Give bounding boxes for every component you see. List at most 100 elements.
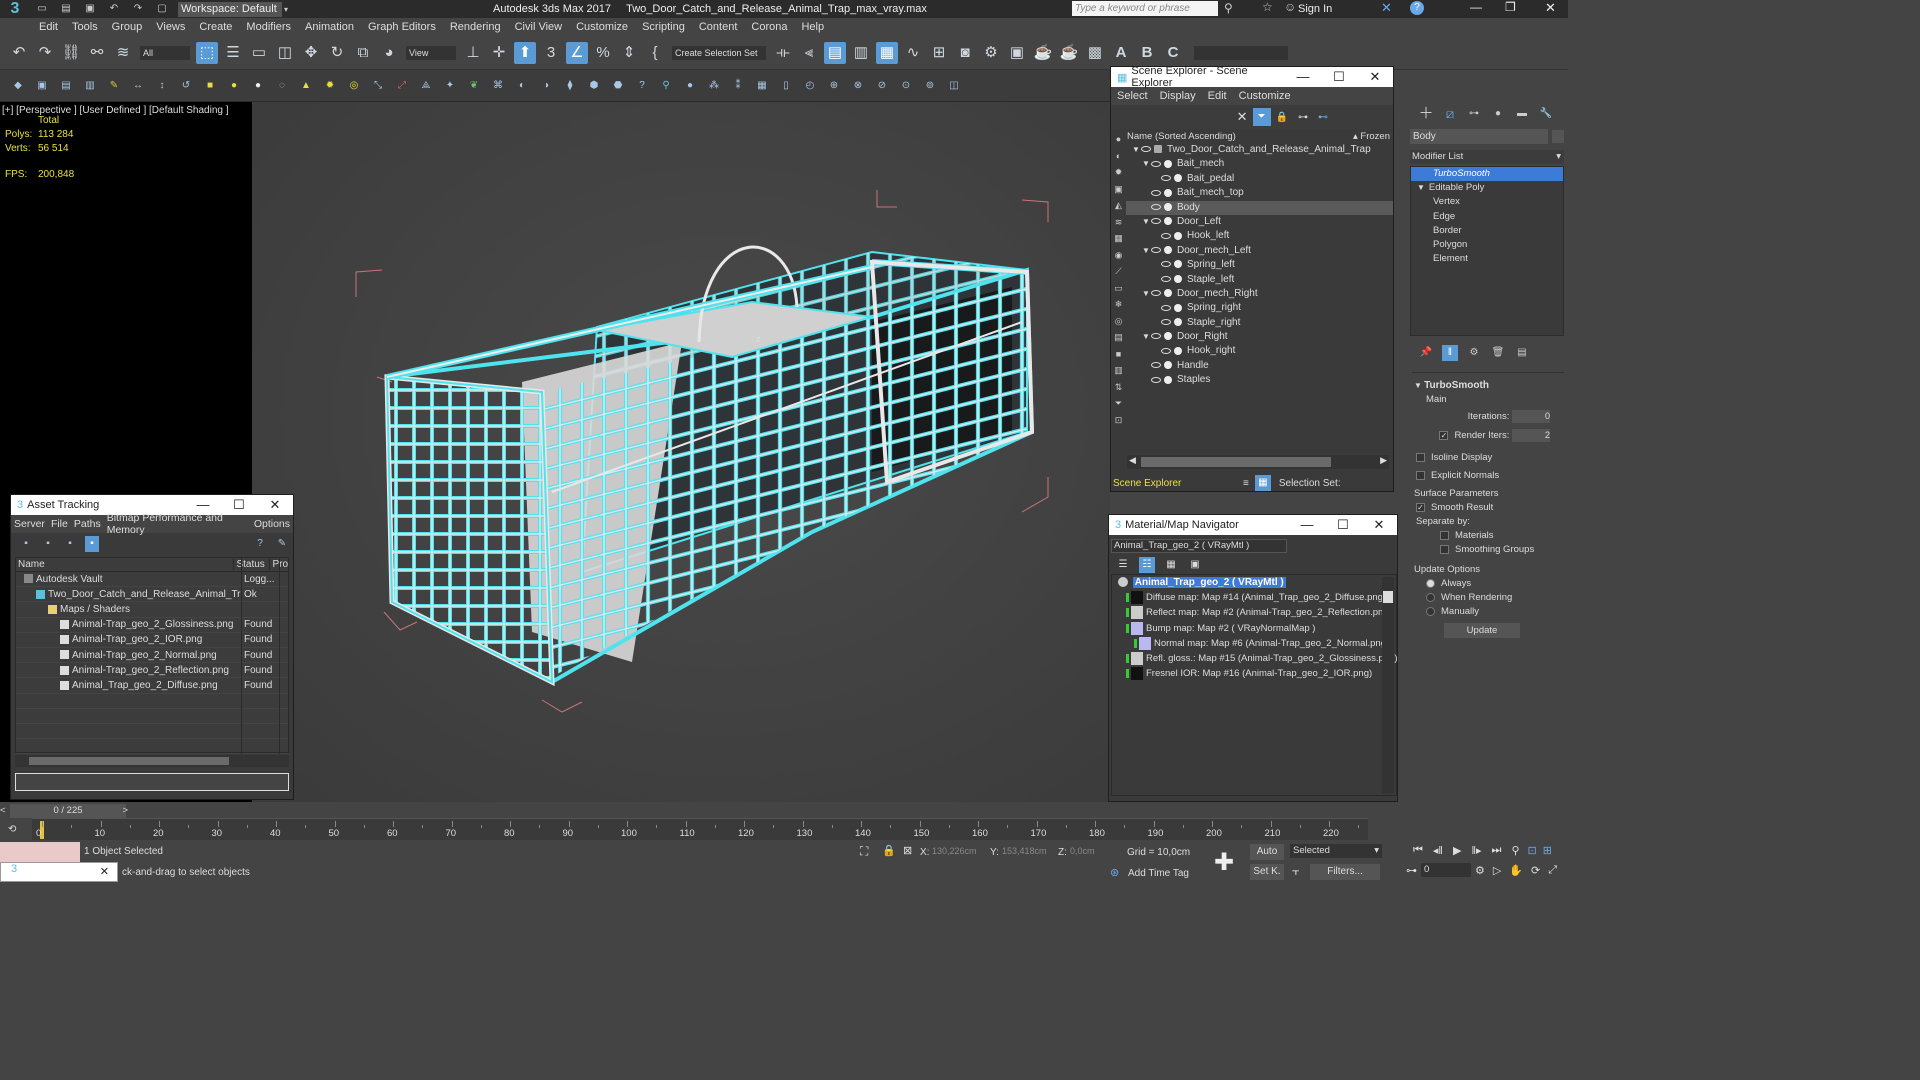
tool-icon[interactable]: ⟁ <box>418 78 434 94</box>
trackbar[interactable]: 0 10 20 30 40 50 60 70 80 90 100 110 120 130 140 150 160… <box>32 818 1368 840</box>
always-radio[interactable] <box>1426 579 1435 589</box>
selection-set-icon[interactable]: ▦ <box>1254 475 1271 491</box>
selection-lock-icon[interactable]: 🔒 <box>882 844 896 857</box>
key-filter-icon[interactable]: ⫟ <box>1292 864 1299 879</box>
tool-icon[interactable]: ◐ <box>514 78 530 94</box>
material-navigator-titlebar[interactable]: 3 Material/Map Navigator — ☐ ✕ <box>1109 515 1397 535</box>
display-hidden-icon[interactable]: ◎ <box>1111 313 1126 330</box>
tool-icon[interactable]: ✎ <box>106 78 122 94</box>
layer-icon[interactable]: ⊷ <box>1318 112 1328 123</box>
scene-tree-item[interactable]: Bait_pedal <box>1126 172 1393 186</box>
menu-server[interactable]: Server <box>11 518 48 530</box>
tool-icon[interactable]: ⤡ <box>370 78 386 94</box>
minimize-icon[interactable]: — <box>185 497 221 513</box>
manually-radio[interactable] <box>1426 607 1435 617</box>
menu-group[interactable]: Group <box>105 18 150 36</box>
move-icon[interactable]: ✥ <box>300 42 322 64</box>
play-icon[interactable]: ▶ <box>1453 844 1461 857</box>
select-by-name-icon[interactable]: ☰ <box>222 42 244 64</box>
render-iters-spinner[interactable]: 2 <box>1512 429 1550 443</box>
save-icon[interactable]: ▣ <box>82 1 98 17</box>
expand-icon[interactable]: ▼ <box>1142 330 1151 344</box>
lock-icon[interactable]: 🔒 <box>1276 112 1288 123</box>
scene-tree-item[interactable]: Staple_right <box>1126 316 1393 330</box>
show-end-result-icon[interactable]: ‖ <box>1442 345 1458 361</box>
utilities-tab-icon[interactable]: 🔧 <box>1538 106 1554 122</box>
window-crossing-icon[interactable]: ◫ <box>274 42 296 64</box>
visibility-eye-icon[interactable] <box>1151 333 1161 340</box>
tool-icon[interactable]: ◫ <box>946 78 962 94</box>
visibility-eye-icon[interactable] <box>1161 232 1171 239</box>
slider-right-icon[interactable]: > <box>122 804 128 818</box>
scene-tree-item[interactable]: Bait_mech_top <box>1126 186 1393 200</box>
clear-search-icon[interactable]: ✕ <box>1237 109 1248 125</box>
fov-icon[interactable]: ▷ <box>1493 864 1501 877</box>
minimized-window-tab[interactable]: 3 ✕ <box>0 862 118 882</box>
material-map-item[interactable]: Reflect map: Map #2 (Animal-Trap_geo_2_R… <box>1112 605 1396 620</box>
scene-tree-item[interactable]: ▼ Door_Left <box>1126 215 1393 229</box>
slider-left-icon[interactable]: < <box>0 804 6 818</box>
menu-content[interactable]: Content <box>692 18 745 36</box>
filter-icon[interactable]: ⏷ <box>1252 108 1271 126</box>
restore-icon[interactable]: ❐ <box>1505 0 1516 14</box>
motion-tab-icon[interactable]: ● <box>1490 106 1506 122</box>
tool-icon[interactable]: ⬢ <box>586 78 602 94</box>
display-cameras-icon[interactable]: ▣ <box>1111 181 1126 198</box>
text-a-icon[interactable]: A <box>1110 42 1132 64</box>
tool-icon[interactable]: ● <box>250 78 266 94</box>
modifier-stack-item[interactable]: Polygon <box>1411 238 1563 252</box>
scene-tree-item[interactable]: ▼ Door_mech_Left <box>1126 244 1393 258</box>
go-to-start-icon[interactable]: ⏮ <box>1413 844 1423 857</box>
tool-icon[interactable]: ◴ <box>802 78 818 94</box>
layers-icon[interactable]: ≡ <box>1243 478 1249 489</box>
material-editor-icon[interactable]: ◙ <box>954 42 976 64</box>
asset-row[interactable]: Animal_Trap_geo_2_Diffuse.png Found <box>16 678 288 694</box>
scene-tree-item[interactable]: Body <box>1126 200 1393 215</box>
asset-row[interactable]: Animal-Trap_geo_2_Reflection.png Found <box>16 663 288 679</box>
render-iters-checkbox[interactable]: ✓ <box>1439 431 1449 441</box>
tool-icon[interactable]: ▥ <box>82 78 98 94</box>
menu-edit[interactable]: Edit <box>1202 90 1233 102</box>
extra-dropdown[interactable] <box>1194 45 1288 60</box>
open-icon[interactable]: ▤ <box>58 1 74 17</box>
modify-tab-icon[interactable]: ⧄ <box>1442 106 1458 122</box>
tool-icon[interactable]: ⚲ <box>658 78 674 94</box>
workspace-dropdown[interactable]: Workspace: Default <box>178 1 282 17</box>
modifier-stack-item[interactable]: TurboSmooth <box>1411 167 1563 182</box>
scene-explorer-header[interactable]: Name (Sorted Ascending) ▴ Frozen <box>1126 129 1393 143</box>
hierarchy-icon[interactable]: ⊶ <box>1298 112 1308 123</box>
menu-customize[interactable]: Customize <box>1233 90 1297 102</box>
zoom-icon[interactable]: ⚲ <box>1511 844 1519 857</box>
tool-icon[interactable]: ▣ <box>34 78 50 94</box>
toggle-ribbon-icon[interactable]: ▥ <box>850 42 872 64</box>
object-color-swatch[interactable] <box>1552 129 1564 143</box>
pan-icon[interactable]: ✋ <box>1509 864 1523 877</box>
set-key-button[interactable]: Set K. <box>1250 864 1284 880</box>
menu-options[interactable]: Options <box>251 518 293 530</box>
selected-dropdown[interactable]: Selected ▾ <box>1290 844 1382 858</box>
maximize-icon[interactable]: ☐ <box>1321 69 1357 85</box>
material-map-item[interactable]: Normal map: Map #6 (Animal-Trap_geo_2_No… <box>1112 636 1396 651</box>
pin-stack-icon[interactable]: 📌 <box>1418 345 1434 361</box>
reference-coord-dropdown[interactable]: View <box>406 45 456 60</box>
view-large-icons-icon[interactable]: ▣ <box>1187 557 1203 573</box>
scene-tree-item[interactable]: Spring_left <box>1126 258 1393 272</box>
column-name[interactable]: Name (Sorted Ascending) <box>1127 131 1236 142</box>
material-root[interactable]: Animal_Trap_geo_2 ( VRayMtl ) <box>1112 575 1396 590</box>
asset-hscroll[interactable] <box>15 755 289 767</box>
menu-help[interactable]: Help <box>794 18 831 36</box>
hierarchy-tab-icon[interactable]: ⊶ <box>1466 106 1482 122</box>
view-small-icons-icon[interactable]: ▦ <box>1163 557 1179 573</box>
track-view-icon[interactable]: ⟲ <box>8 824 16 835</box>
menu-edit[interactable]: Edit <box>32 18 65 36</box>
minimize-icon[interactable]: — <box>1470 0 1482 14</box>
smoothing-groups-checkbox[interactable] <box>1440 545 1449 555</box>
undo-icon[interactable]: ↶ <box>106 1 122 17</box>
display-spacewarps-icon[interactable]: ≋ <box>1111 214 1126 231</box>
tool-icon[interactable]: ⊚ <box>922 78 938 94</box>
z-value[interactable]: 0,0cm <box>1070 846 1120 856</box>
isoline-checkbox[interactable] <box>1416 453 1425 463</box>
previous-frame-icon[interactable]: ◂‖ <box>1433 844 1443 857</box>
menu-scripting[interactable]: Scripting <box>635 18 692 36</box>
display-containers-icon[interactable]: ▭ <box>1111 280 1126 297</box>
